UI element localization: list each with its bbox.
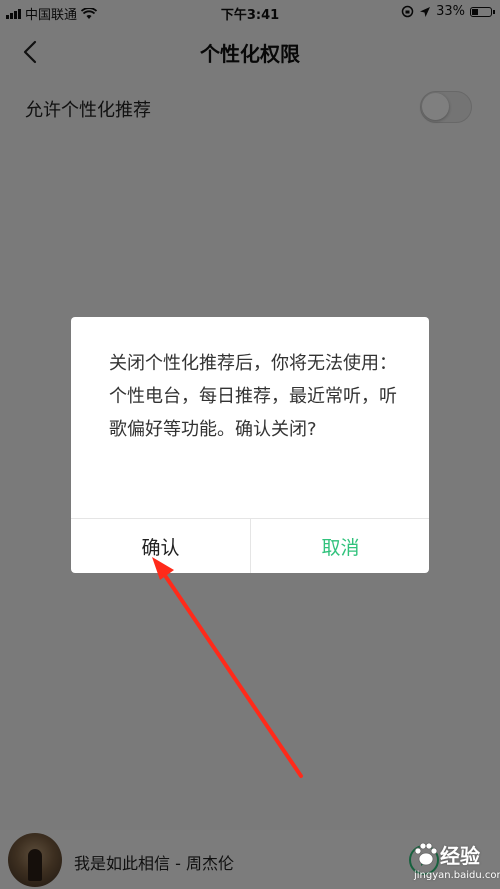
baidu-jingyan-watermark: 经验 jingyan.baidu.com xyxy=(406,838,500,888)
confirm-button[interactable]: 确认 xyxy=(71,519,250,573)
paw-logo-icon xyxy=(414,842,438,866)
dialog-message: 关闭个性化推荐后，你将无法使用：个性电台，每日推荐，最近常听，听歌偏好等功能。确… xyxy=(109,353,397,440)
watermark-text: 经验 xyxy=(440,844,480,868)
cancel-button[interactable]: 取消 xyxy=(251,519,429,573)
watermark-url: jingyan.baidu.com xyxy=(414,870,500,881)
confirm-dialog: 关闭个性化推荐后，你将无法使用：个性电台，每日推荐，最近常听，听歌偏好等功能。确… xyxy=(71,317,429,573)
